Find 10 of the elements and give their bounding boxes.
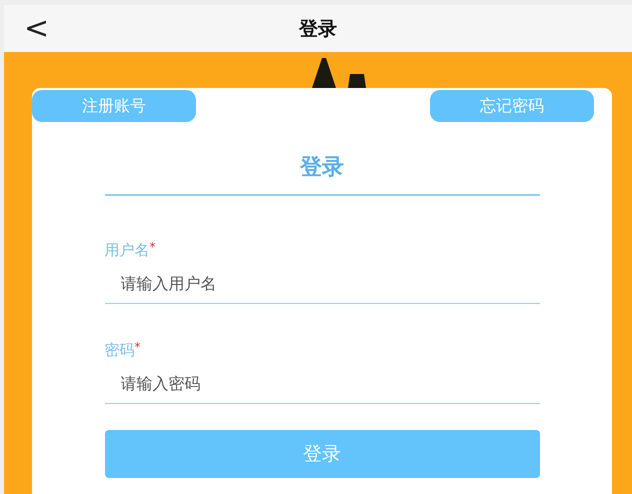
input-field[interactable]: 请输入密码 [104,360,540,404]
register-button[interactable]: 注册账号 [32,90,196,122]
login-button[interactable]: 登录 [104,430,540,478]
nav-title: 登录 [299,16,337,42]
input-field[interactable]: 请输入用户名 [104,260,540,304]
form-title: 登录 [300,154,344,182]
forgot-password-button[interactable]: 忘记密码 [430,90,594,122]
back-icon[interactable]: < [24,14,50,44]
field-label: 用户名* [104,240,156,260]
field-label: 密码* [104,340,142,360]
